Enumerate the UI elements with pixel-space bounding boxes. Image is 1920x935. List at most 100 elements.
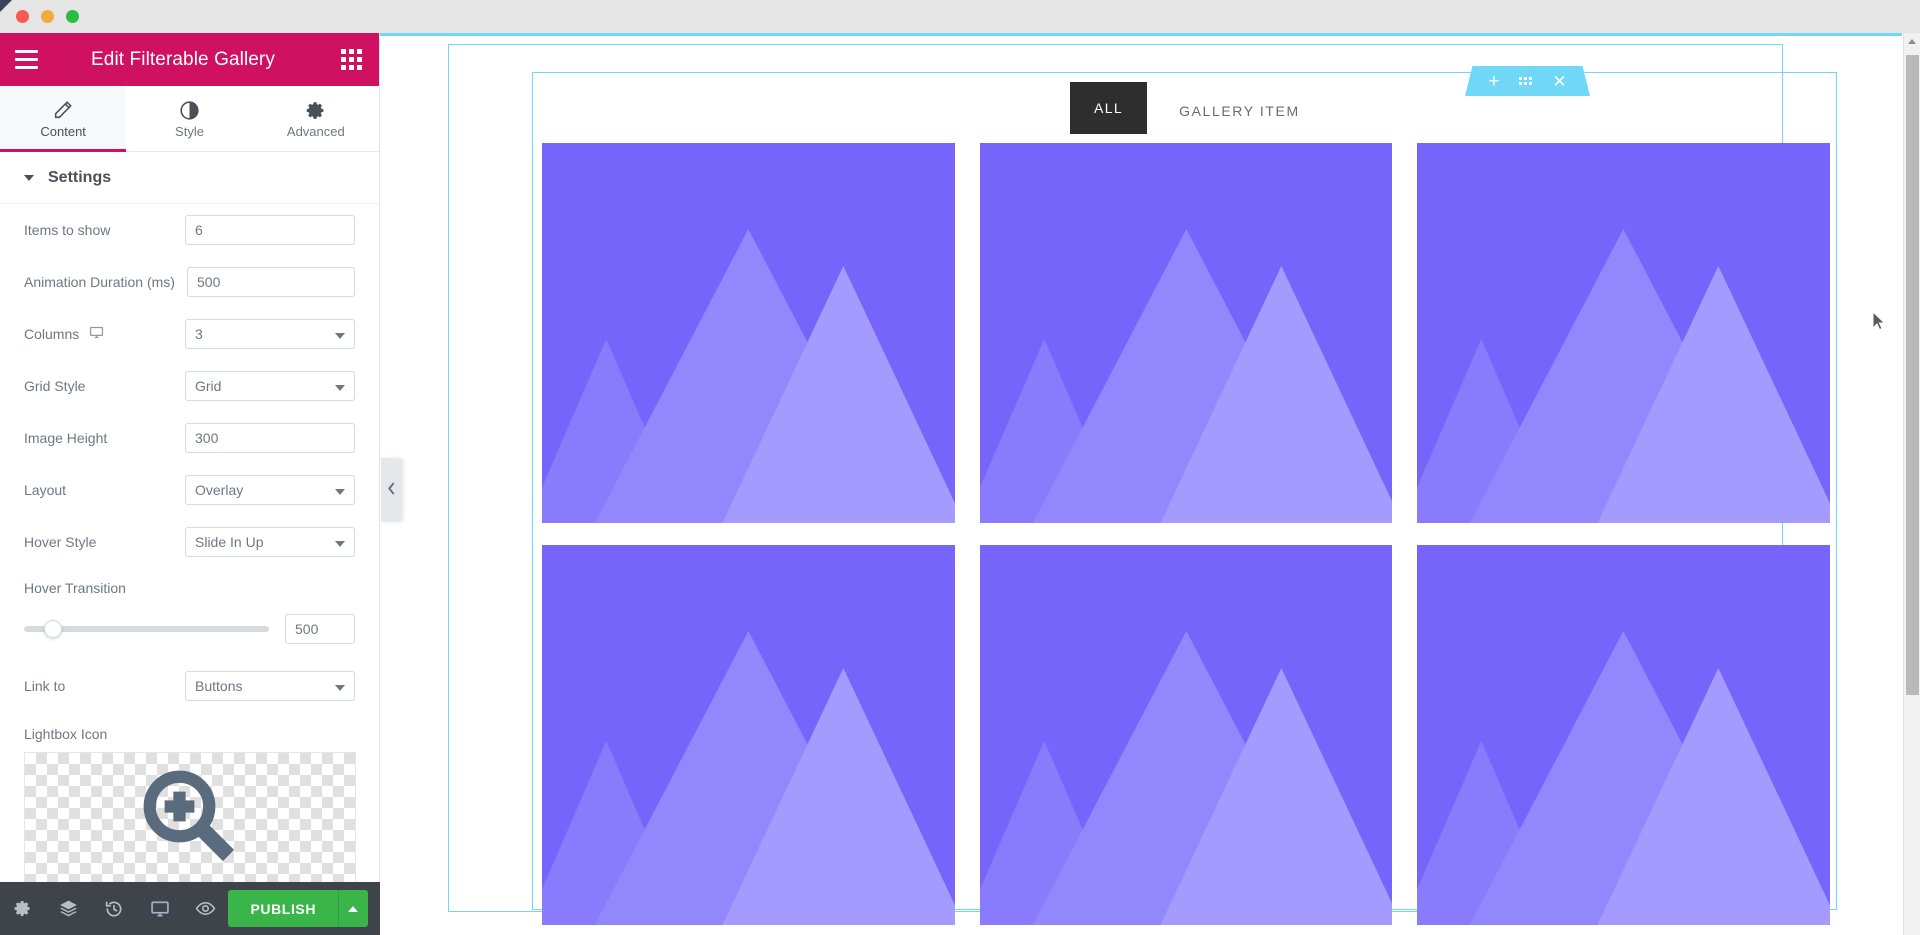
plus-icon[interactable]: + [1488,72,1499,91]
control-image-height-label: Image Height [24,430,108,446]
hover-style-select[interactable]: Slide In Up [185,527,355,557]
window-close-button[interactable] [16,10,29,23]
caret-up-icon[interactable] [338,890,369,927]
control-items-to-show-label: Items to show [24,222,111,238]
canvas-scrollbar[interactable] [1903,33,1920,935]
layout-select-value: Overlay [195,482,244,498]
grid-style-select[interactable]: Grid [185,371,355,401]
tab-advanced-label: Advanced [286,123,345,139]
window-maximize-button[interactable] [66,10,79,23]
columns-select-value: 3 [195,326,203,342]
hover-transition-slider-handle[interactable] [44,620,63,638]
control-hover-style-label: Hover Style [24,534,97,550]
control-link-to-label: Link to [24,678,66,694]
gallery-item[interactable] [542,143,955,523]
layout-select[interactable]: Overlay [185,475,355,505]
contrast-icon [179,100,200,121]
magnifier-plus-icon [134,761,246,878]
gallery-item[interactable] [542,545,955,925]
control-animation-duration: Animation Duration (ms) [0,256,379,308]
responsive-mode-button[interactable] [137,882,183,935]
publish-button-group: PUBLISH [228,890,369,927]
filter-gallery-item[interactable]: GALLERY ITEM [1179,73,1300,119]
panel-content-scroll[interactable]: Settings Items to show Animation Duratio… [0,152,379,882]
chevron-down-icon [335,541,345,547]
grid-style-select-value: Grid [195,378,222,394]
tab-style-label: Style [175,123,204,139]
mountain-image-placeholder [1417,143,1830,523]
hover-transition-slider[interactable] [24,620,269,638]
hover-style-select-value: Slide In Up [195,534,264,550]
chevron-down-icon [335,489,345,495]
tab-advanced[interactable]: Advanced [252,86,379,151]
history-button[interactable] [91,882,137,935]
chevron-left-icon [387,482,396,498]
control-lightbox-icon-label: Lightbox Icon [24,726,108,742]
section-toolbar: + ✕ [1465,66,1590,96]
gallery-item[interactable] [1417,545,1830,925]
control-grid-style-label: Grid Style [24,378,86,394]
section-outline[interactable]: ALL GALLERY ITEM [448,44,1837,925]
panel-header: Edit Filterable Gallery [0,33,379,86]
elementor-editor-window: Edit Filterable Gallery Content Style Ad… [0,0,1920,935]
scrollbar-thumb[interactable] [1906,55,1919,695]
control-items-to-show: Items to show [0,204,379,256]
section-settings-header[interactable]: Settings [0,152,379,204]
tab-content-label: Content [40,124,86,139]
gear-icon [305,100,326,121]
editor-canvas[interactable]: ALL GALLERY ITEM + ✕ [380,33,1920,935]
control-grid-style: Grid Style Grid [0,360,379,412]
gallery-grid [542,143,1830,925]
control-layout: Layout Overlay [0,464,379,516]
control-hover-style: Hover Style Slide In Up [0,516,379,568]
link-to-select-value: Buttons [195,678,243,694]
tab-content[interactable]: Content [0,86,127,152]
editor-panel: Edit Filterable Gallery Content Style Ad… [0,33,380,935]
scrollbar-up-arrow[interactable] [1904,33,1920,50]
mountain-image-placeholder [542,545,955,925]
filter-all[interactable]: ALL [1070,82,1148,134]
close-icon[interactable]: ✕ [1552,73,1566,90]
chevron-down-icon [24,174,34,181]
panel-footer: PUBLISH [0,882,380,935]
hover-transition-input[interactable] [285,614,355,644]
control-hover-transition: Hover Transition [0,568,379,644]
mountain-image-placeholder [1417,545,1830,925]
window-minimize-button[interactable] [41,10,54,23]
lightbox-icon-preview[interactable] [24,752,356,882]
tab-style[interactable]: Style [126,86,253,151]
mountain-image-placeholder [979,545,1393,925]
widgets-grid-icon[interactable] [323,33,379,86]
gallery-item[interactable] [1417,143,1830,523]
gallery-item[interactable] [979,545,1393,925]
settings-button[interactable] [0,882,46,935]
navigator-button[interactable] [46,882,92,935]
pencil-icon [52,99,74,121]
control-image-height: Image Height [0,412,379,464]
control-layout-label: Layout [24,482,67,498]
gallery-item[interactable] [979,143,1393,523]
control-columns: Columns 3 [0,308,379,360]
section-settings-label: Settings [48,168,112,186]
image-height-input[interactable] [185,423,355,453]
link-to-select[interactable]: Buttons [185,671,355,701]
chevron-down-icon [335,385,345,391]
mountain-image-placeholder [979,143,1393,523]
panel-collapse-handle[interactable] [381,458,402,522]
canvas-top-highlight [380,33,1902,36]
animation-duration-input[interactable] [187,267,355,297]
items-to-show-input[interactable] [185,215,355,245]
preview-button[interactable] [183,882,229,935]
control-animation-duration-label: Animation Duration (ms) [24,274,175,290]
columns-select[interactable]: 3 [185,319,355,349]
control-hover-transition-label: Hover Transition [24,580,126,596]
desktop-icon[interactable] [89,325,104,343]
control-link-to: Link to Buttons [0,660,379,712]
control-columns-label: Columns [24,326,80,342]
drag-handle-icon[interactable] [1519,77,1533,85]
filterable-gallery-widget[interactable]: ALL GALLERY ITEM [532,72,1837,925]
chevron-down-icon [335,333,345,339]
publish-button[interactable]: PUBLISH [228,890,339,927]
window-titlebar [0,0,1920,33]
page-title: Edit Filterable Gallery [91,48,275,70]
